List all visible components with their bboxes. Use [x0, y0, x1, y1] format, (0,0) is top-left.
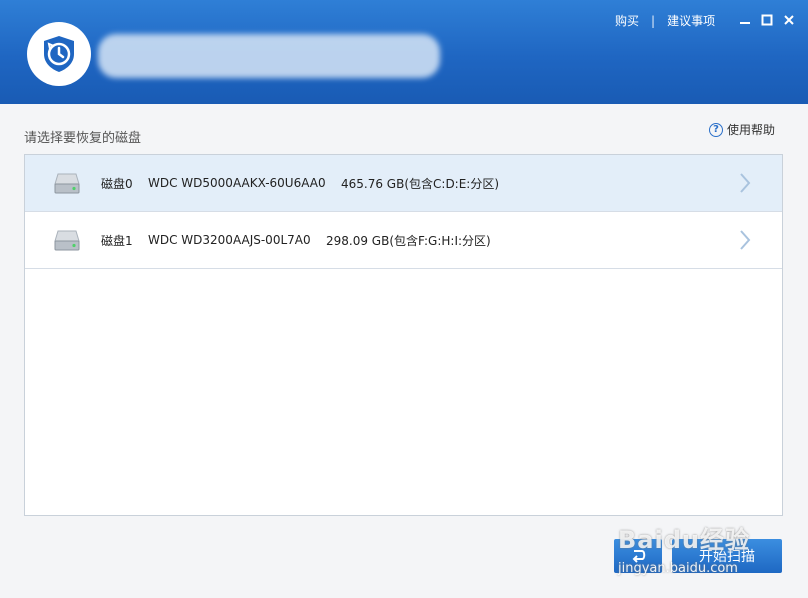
minimize-icon	[740, 22, 750, 24]
start-scan-button[interactable]: 开始扫描	[672, 539, 782, 573]
help-icon: ?	[709, 122, 723, 137]
disk-size: 298.09 GB(包含F:G:H:I:分区)	[326, 233, 491, 248]
disk-model: WDC WD5000AAKX-60U6AA0	[148, 176, 326, 190]
help-link[interactable]: ? 使用帮助	[709, 121, 775, 138]
select-disk-prompt: 请选择要恢复的磁盘	[24, 131, 142, 146]
close-icon	[784, 15, 794, 25]
minimize-button[interactable]	[738, 13, 752, 27]
maximize-icon	[761, 14, 773, 26]
disk-size: 465.76 GB(包含C:D:E:分区)	[341, 176, 500, 191]
disk-model: WDC WD3200AAJS-00L7A0	[148, 233, 311, 247]
chevron-right-icon	[740, 230, 751, 250]
shield-clock-icon	[44, 36, 74, 72]
disk-list: 磁盘0 WDC WD5000AAKX-60U6AA0 465.76 GB(包含C…	[24, 154, 783, 516]
back-arrow-icon	[632, 550, 646, 563]
disk-name: 磁盘0	[101, 176, 133, 191]
brand-name-blurred	[98, 34, 440, 78]
hard-drive-icon	[54, 230, 80, 251]
chevron-right-icon	[740, 173, 751, 193]
link-separator: |	[651, 13, 656, 28]
disk-name: 磁盘1	[101, 233, 133, 248]
hard-drive-icon	[54, 173, 80, 194]
header-bar: 购买 | 建议事项	[0, 0, 808, 104]
disk-row-0[interactable]: 磁盘0 WDC WD5000AAKX-60U6AA0 465.76 GB(包含C…	[25, 155, 782, 212]
app-window: 购买 | 建议事项 请选择要恢复的磁盘 ? 使用帮助 磁盘0 WDC WD500…	[0, 0, 808, 598]
app-logo	[27, 22, 91, 86]
top-links: 购买 | 建议事项	[615, 12, 715, 29]
back-button[interactable]	[614, 539, 662, 573]
maximize-button[interactable]	[760, 13, 774, 27]
disk-row-1[interactable]: 磁盘1 WDC WD3200AAJS-00L7A0 298.09 GB(包含F:…	[25, 212, 782, 269]
window-controls	[738, 13, 796, 27]
help-label: 使用帮助	[727, 123, 776, 137]
buy-link[interactable]: 购买	[615, 12, 639, 29]
suggestions-link[interactable]: 建议事项	[667, 12, 715, 29]
close-button[interactable]	[782, 13, 796, 27]
